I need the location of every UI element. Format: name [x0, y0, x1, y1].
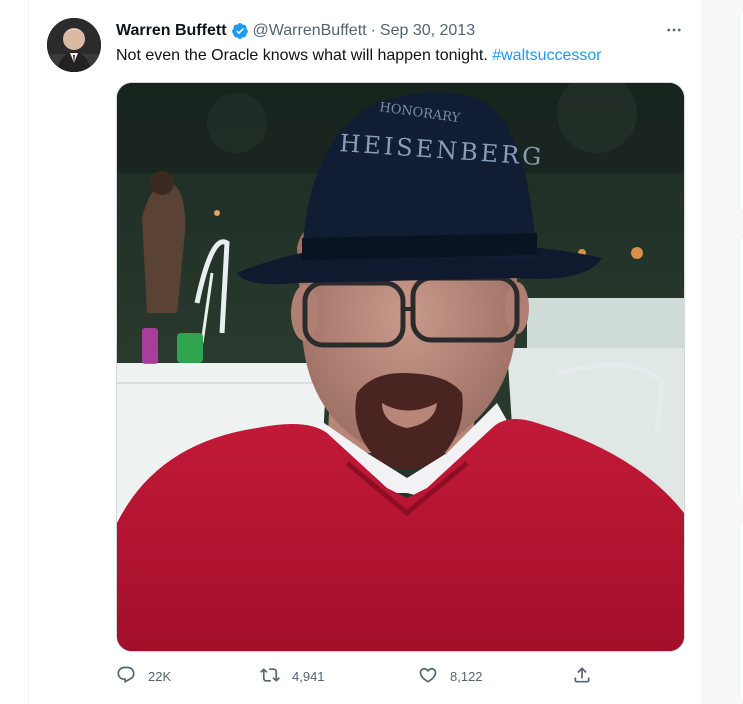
left-column-gutter	[0, 0, 28, 704]
right-sidebar	[703, 0, 743, 704]
more-icon[interactable]	[664, 20, 684, 40]
tweet-header: Warren Buffett @WarrenBuffett · Sep 30, …	[116, 20, 475, 42]
tweet-text-body: Not even the Oracle knows what will happ…	[116, 47, 493, 64]
retweet-button[interactable]: 4,941	[260, 662, 325, 690]
tweet-actions: 22K 4,941 8,122	[116, 662, 683, 690]
retweet-count: 4,941	[292, 668, 325, 684]
retweet-icon	[260, 665, 280, 688]
sidebar-card	[739, 10, 743, 212]
hashtag-link[interactable]: #waltsuccessor	[492, 47, 601, 64]
sidebar-card	[739, 236, 743, 498]
tweet-date[interactable]: Sep 30, 2013	[380, 22, 475, 40]
reply-icon	[116, 665, 136, 688]
tweet-photo[interactable]: HONORARY HEISENBERG	[116, 82, 685, 652]
author-handle[interactable]: @WarrenBuffett	[253, 22, 367, 40]
reply-button[interactable]: 22K	[116, 662, 171, 690]
verified-badge-icon	[231, 22, 249, 40]
share-button[interactable]	[572, 662, 592, 690]
sidebar-card	[739, 520, 743, 702]
like-button[interactable]: 8,122	[418, 662, 483, 690]
like-count: 8,122	[450, 668, 483, 684]
avatar[interactable]	[47, 18, 101, 72]
separator-dot: ·	[370, 22, 376, 39]
author-name[interactable]: Warren Buffett	[116, 22, 227, 40]
tweet-text: Not even the Oracle knows what will happ…	[116, 45, 602, 67]
tweet-card[interactable]: Warren Buffett @WarrenBuffett · Sep 30, …	[29, 0, 702, 704]
like-icon	[418, 665, 438, 688]
share-icon	[572, 665, 592, 688]
reply-count: 22K	[148, 668, 172, 684]
